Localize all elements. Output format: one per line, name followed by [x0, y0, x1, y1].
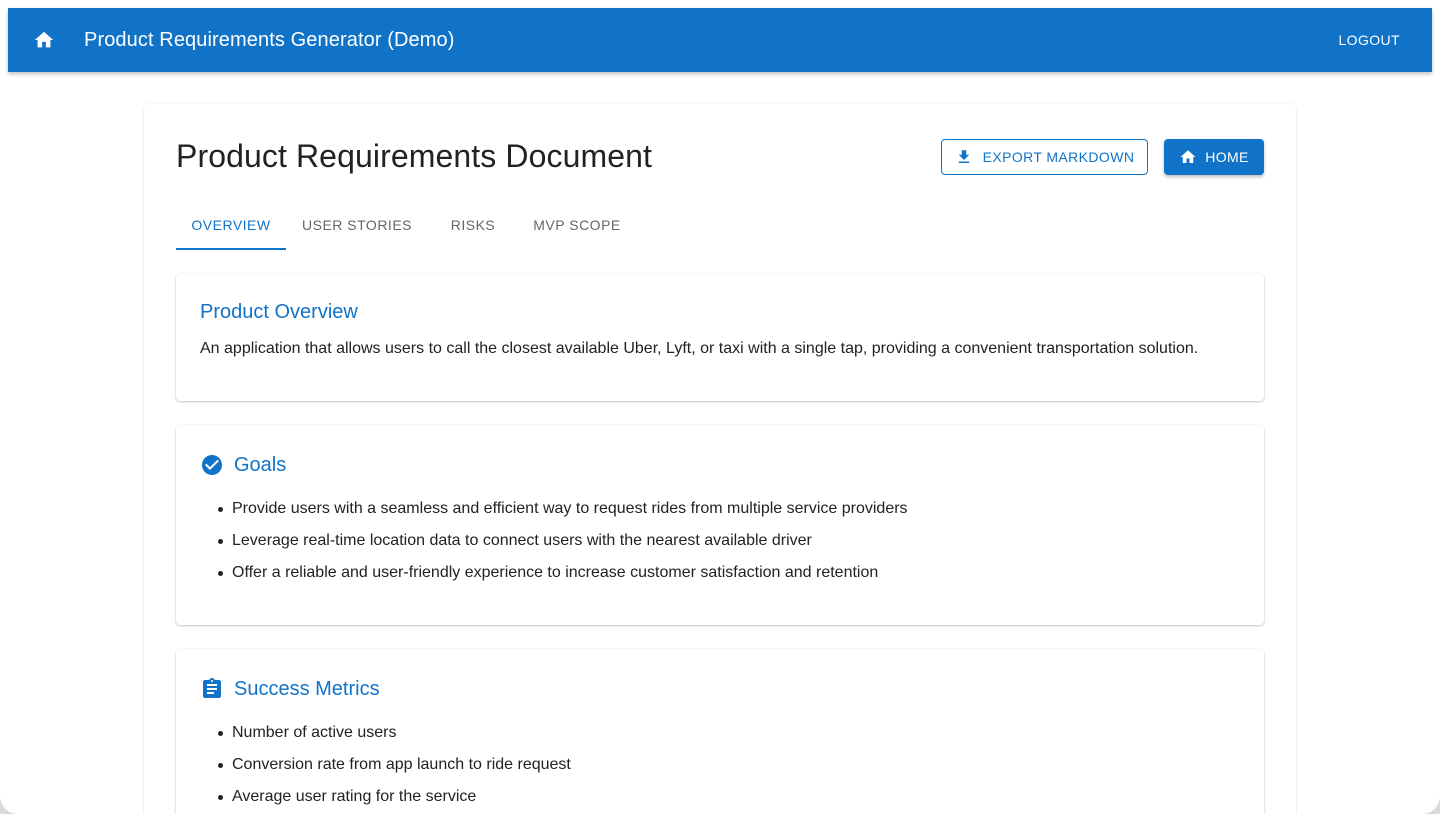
tab-risks[interactable]: RISKS: [428, 200, 518, 250]
logout-button[interactable]: LOGOUT: [1330, 24, 1408, 56]
appbar-home-button[interactable]: [24, 20, 64, 60]
product-overview-card: Product Overview An application that all…: [176, 274, 1264, 401]
tab-user-stories[interactable]: USER STORIES: [286, 200, 428, 250]
success-metrics-card: Success Metrics Number of active users C…: [176, 649, 1264, 814]
list-item: Provide users with a seamless and effici…: [216, 497, 1236, 521]
app-bar: Product Requirements Generator (Demo) LO…: [8, 8, 1432, 72]
export-markdown-label: EXPORT MARKDOWN: [982, 149, 1135, 165]
download-icon: [958, 150, 969, 163]
goals-list: Provide users with a seamless and effici…: [216, 497, 1236, 593]
goals-card: Goals Provide users with a seamless and …: [176, 425, 1264, 625]
document-panel: Product Requirements Document EXPORT MAR…: [144, 104, 1296, 814]
page-title: Product Requirements Document: [176, 138, 653, 174]
list-item: Offer a reliable and user-friendly exper…: [216, 561, 1236, 585]
export-markdown-button[interactable]: EXPORT MARKDOWN: [941, 139, 1148, 175]
home-button[interactable]: HOME: [1164, 139, 1264, 175]
success-metrics-list: Number of active users Conversion rate f…: [216, 721, 1236, 814]
check-circle-icon: [202, 455, 222, 475]
home-icon: [34, 31, 54, 48]
list-item: Number of active users: [216, 721, 1236, 745]
app-window: Product Requirements Generator (Demo) LO…: [0, 0, 1440, 814]
tab-mvp-scope[interactable]: MVP SCOPE: [518, 200, 636, 250]
product-overview-text: An application that allows users to call…: [200, 340, 1199, 357]
app-title: Product Requirements Generator (Demo): [84, 28, 455, 51]
product-overview-title: Product Overview: [200, 301, 358, 323]
success-metrics-title: Success Metrics: [234, 677, 380, 700]
home-icon: [1180, 150, 1196, 163]
list-item: Average user rating for the service: [216, 785, 1236, 809]
list-item: Conversion rate from app launch to ride …: [216, 753, 1236, 777]
tab-overview[interactable]: OVERVIEW: [176, 200, 286, 250]
clipboard-icon: [203, 678, 221, 698]
home-button-label: HOME: [1205, 149, 1249, 165]
goals-title: Goals: [234, 453, 287, 476]
list-item: Leverage real-time location data to conn…: [216, 529, 1236, 553]
tab-bar: OVERVIEW USER STORIES RISKS MVP SCOPE: [176, 200, 636, 250]
